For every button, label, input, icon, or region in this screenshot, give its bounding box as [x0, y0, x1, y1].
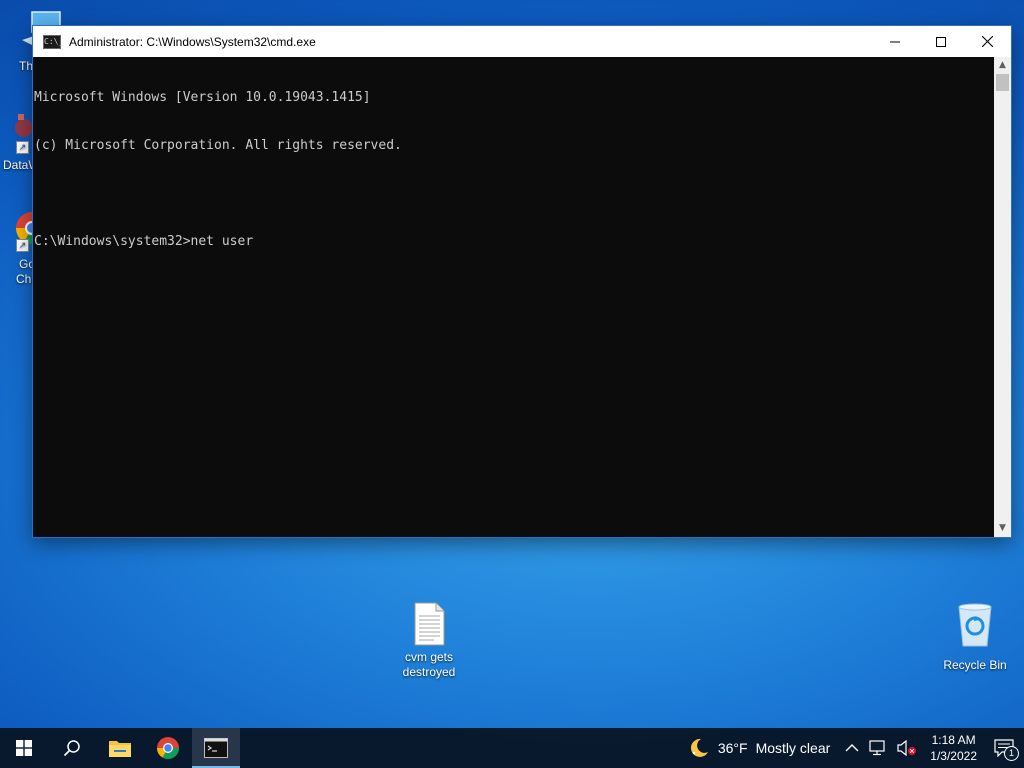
cmd-icon [204, 738, 228, 758]
windows-logo-icon [16, 740, 32, 756]
clock[interactable]: 1:18 AM 1/3/2022 [930, 732, 977, 764]
start-button[interactable] [0, 728, 48, 768]
console-line: Microsoft Windows [Version 10.0.19043.14… [34, 90, 371, 105]
taskbar: 36°F Mostly clear 1:18 AM 1/3/2022 1 [0, 728, 1024, 768]
scroll-down-arrow-icon[interactable]: ▼ [994, 520, 1011, 537]
search-icon [63, 740, 80, 757]
cmd-taskbar-button[interactable] [192, 728, 240, 768]
shortcut-arrow-icon: ↗ [16, 239, 29, 252]
close-button[interactable] [964, 26, 1010, 57]
desktop-icon-cvm-file[interactable]: cvm gets destroyed [392, 602, 466, 680]
notifications-button[interactable]: 1 [994, 739, 1019, 761]
file-explorer-button[interactable] [96, 728, 144, 768]
desktop-icon-datawrapper[interactable]: ↗ DataW [0, 108, 40, 178]
minimize-button[interactable] [872, 26, 918, 57]
chevron-up-icon [845, 744, 859, 752]
close-icon [981, 36, 993, 47]
minimize-icon [890, 41, 900, 42]
clock-date: 1/3/2022 [930, 749, 977, 763]
desktop-icon-label: Th [19, 59, 34, 73]
vertical-scrollbar[interactable]: ▲ ▼ [994, 57, 1011, 537]
weather-widget[interactable]: 36°F Mostly clear [688, 737, 830, 759]
show-hidden-icons-button[interactable] [845, 743, 859, 753]
file-icon-label-line1: cvm gets [404, 650, 453, 664]
clock-time: 1:18 AM [931, 733, 976, 747]
chrome-taskbar-button[interactable] [144, 728, 192, 768]
volume-muted-icon [897, 740, 917, 756]
cmd-app-icon[interactable]: C:\_ [43, 34, 63, 49]
scrollbar-thumb[interactable] [996, 74, 1009, 91]
desktop-icon-google-chrome[interactable]: ↗ Go Chr [0, 206, 46, 286]
text-file-icon [414, 602, 445, 646]
weather-temperature: 36°F [717, 740, 748, 756]
desktop-icon-recycle-bin[interactable]: Recycle Bin [938, 602, 1012, 673]
maximize-icon [936, 36, 946, 47]
recycle-bin-label: Recycle Bin [943, 658, 1007, 672]
network-button[interactable] [869, 740, 887, 756]
notification-count-badge: 1 [1004, 746, 1019, 761]
console-output[interactable]: Microsoft Windows [Version 10.0.19043.14… [33, 57, 995, 538]
chrome-icon [157, 737, 179, 759]
moon-icon [690, 738, 708, 757]
volume-button[interactable] [897, 740, 917, 756]
search-button[interactable] [48, 728, 96, 768]
system-tray: 36°F Mostly clear 1:18 AM 1/3/2022 1 [688, 728, 1024, 768]
window-title: Administrator: C:\Windows\System32\cmd.e… [69, 34, 316, 49]
shortcut-arrow-icon: ↗ [16, 141, 29, 154]
console-prompt-line: C:\Windows\system32>net user [34, 234, 254, 249]
maximize-button[interactable] [918, 26, 964, 57]
weather-condition: Mostly clear [755, 740, 831, 756]
scroll-up-arrow-icon[interactable]: ▲ [994, 57, 1011, 74]
network-icon [869, 740, 885, 756]
cmd-window[interactable]: C:\_ Administrator: C:\Windows\System32\… [33, 26, 1011, 537]
file-icon-label-line2: destroyed [402, 665, 456, 679]
recycle-bin-icon [958, 603, 992, 647]
cmd-titlebar[interactable]: C:\_ Administrator: C:\Windows\System32\… [33, 26, 1011, 57]
console-line: (c) Microsoft Corporation. All rights re… [34, 138, 402, 153]
folder-icon [109, 741, 131, 757]
